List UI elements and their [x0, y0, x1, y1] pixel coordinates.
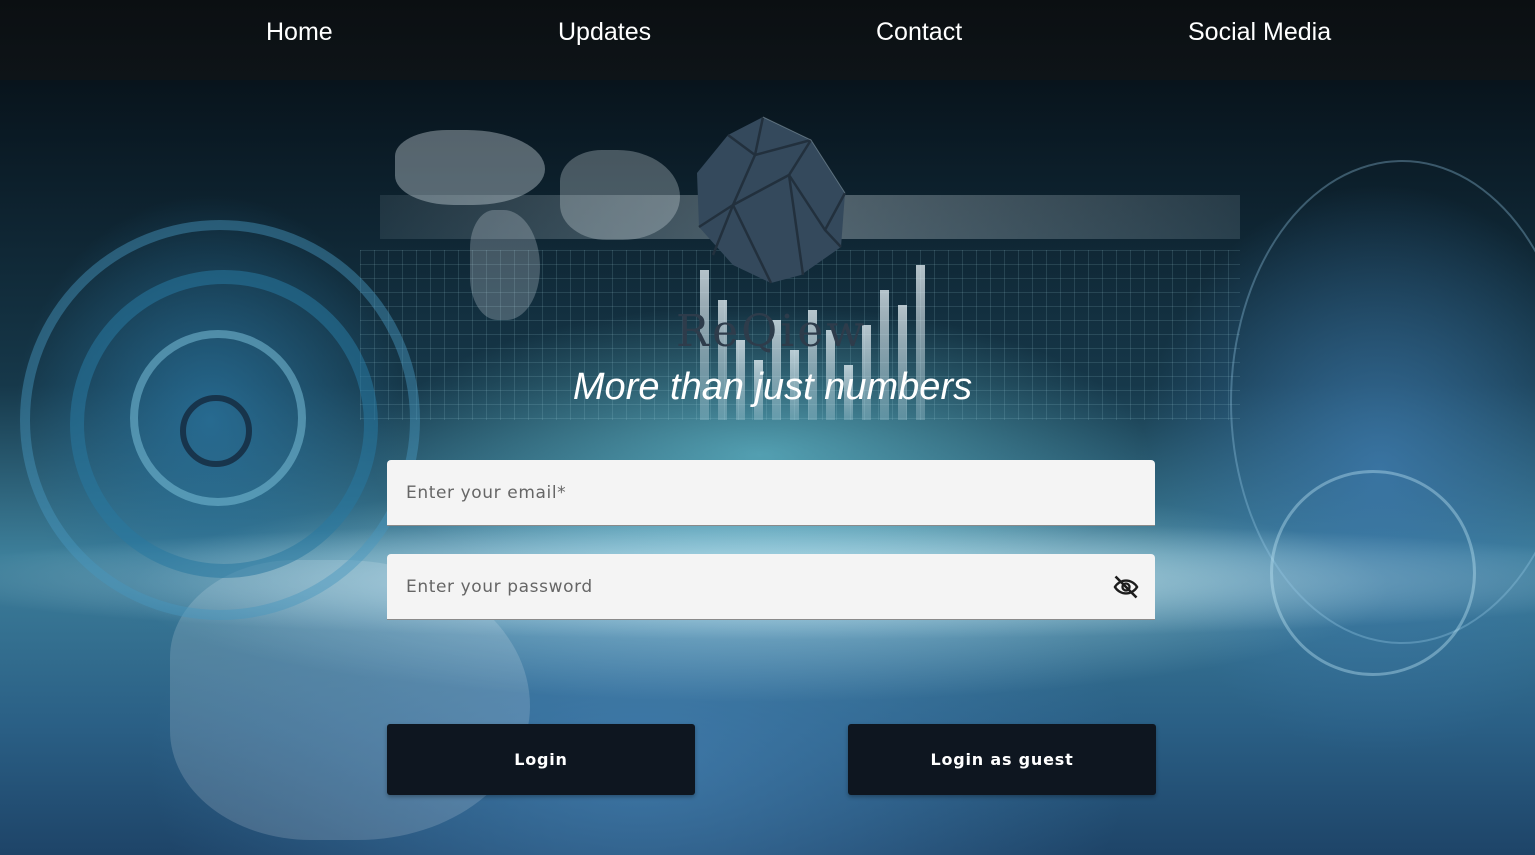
brand-name: ReQiew [675, 306, 867, 357]
email-field[interactable] [406, 460, 1106, 526]
email-field-container [387, 460, 1155, 526]
background-continent [560, 150, 680, 240]
password-field[interactable] [406, 554, 1106, 620]
tagline: More than just numbers [572, 366, 973, 408]
nav-item-contact[interactable]: Contact [876, 18, 962, 47]
top-navbar: Home Updates Contact Social Media [0, 0, 1535, 80]
eye-off-icon[interactable] [1111, 573, 1141, 601]
nav-item-updates[interactable]: Updates [558, 18, 651, 47]
login-as-guest-button[interactable]: Login as guest [848, 724, 1156, 795]
faceted-hexagon-logo-icon [697, 116, 847, 284]
background-continent [395, 130, 545, 205]
background-ring [1270, 470, 1476, 676]
login-button[interactable]: Login [387, 724, 695, 795]
login-page: Home Updates Contact Social Media ReQiew… [0, 0, 1535, 855]
background-continent [470, 210, 540, 320]
nav-item-home[interactable]: Home [266, 18, 333, 47]
password-field-container [387, 554, 1155, 620]
nav-item-social-media[interactable]: Social Media [1188, 18, 1331, 47]
